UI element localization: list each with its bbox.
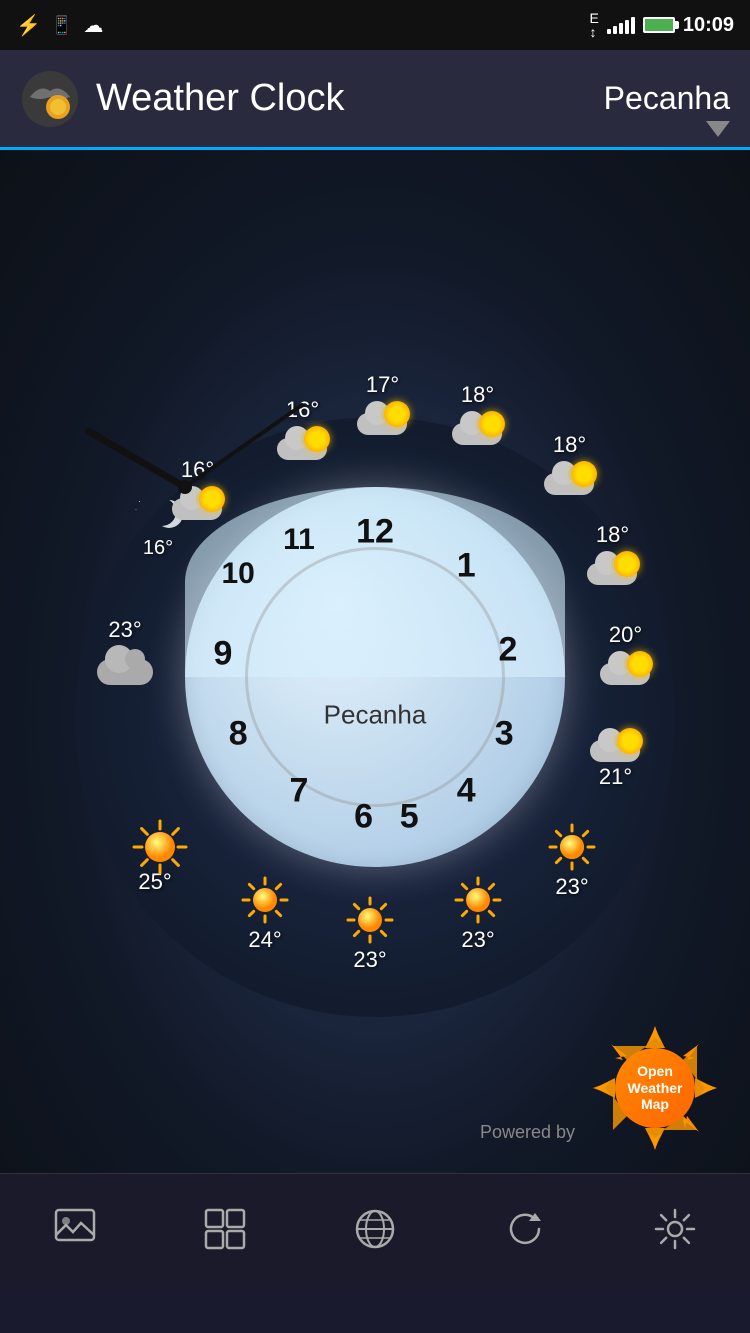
clock-hands [0, 297, 375, 677]
cloud-sun-icon-4 [450, 410, 505, 445]
status-left-icons: ⚡ 📱 ☁ [16, 13, 103, 38]
data-indicator: E↕ [590, 11, 599, 39]
status-bar: ⚡ 📱 ☁ E↕ 10:09 [0, 0, 750, 50]
main-content: 16° · · 16° 16° 17° [0, 150, 750, 1283]
weather-item-top-center-right: 18° [450, 382, 505, 445]
grid-icon [203, 1207, 247, 1251]
weather-item-bottom-left: 25° [130, 817, 180, 895]
clock-city-label: Pecanha [324, 699, 427, 730]
app-title: Weather Clock [96, 77, 588, 120]
clock-num-1: 1 [457, 547, 476, 586]
cloud-sun-icon-6 [585, 550, 640, 585]
sim-icon: 📱 [51, 15, 73, 36]
settings-icon [653, 1207, 697, 1251]
weather-item-bottom-center-right: 23° [453, 875, 503, 953]
owm-button[interactable]: Open Weather Map [590, 1023, 720, 1153]
clock-num-5: 5 [400, 798, 419, 837]
powered-by-label: Powered by [480, 1122, 575, 1143]
weather-item-bottom-center-left: 24° [240, 875, 290, 953]
dropdown-arrow-icon[interactable] [706, 121, 730, 137]
weather-item-right-bottom: 21° [588, 727, 643, 790]
clock-num-3: 3 [495, 714, 514, 753]
weather-item-bottom-center: 23° [345, 895, 395, 973]
signal-bar-2 [613, 26, 617, 34]
clock-num-2: 2 [499, 630, 518, 669]
star-shape: Open Weather Map [590, 1023, 720, 1153]
signal-bar-5 [631, 17, 635, 34]
header-location: Pecanha [604, 80, 730, 117]
clock-num-4: 4 [457, 771, 476, 810]
center-dot [178, 480, 192, 494]
clock-num-6: 6 [354, 798, 373, 837]
wallpaper-icon [53, 1207, 97, 1251]
nav-settings-button[interactable] [635, 1189, 715, 1269]
nav-grid-button[interactable] [185, 1189, 265, 1269]
battery-icon [643, 17, 675, 33]
nav-wallpaper-button[interactable] [35, 1189, 115, 1269]
app-logo [20, 69, 80, 129]
weather-item-right-top: 18° [585, 522, 640, 585]
owm-button-label[interactable]: Open Weather Map [615, 1048, 695, 1128]
clock-container: 16° · · 16° 16° 17° [65, 327, 685, 1027]
sun-icon-3 [345, 895, 395, 945]
weather-item-bottom-right: 23° [547, 822, 597, 900]
minute-hand [184, 402, 305, 488]
cloud-sun-icon-8 [588, 727, 643, 762]
nav-globe-button[interactable] [335, 1189, 415, 1269]
status-right-icons: E↕ 10:09 [590, 11, 735, 39]
nav-refresh-button[interactable] [485, 1189, 565, 1269]
weather-item-right: 20° [598, 622, 653, 685]
cloud-sun-icon-5 [542, 460, 597, 495]
signal-bar-1 [607, 29, 611, 34]
signal-bars [607, 16, 635, 34]
refresh-icon [503, 1207, 547, 1251]
cloud-sun-icon-7 [598, 650, 653, 685]
weather-item-top-right: 18° [542, 432, 597, 495]
notification-icon: ☁ [83, 13, 103, 38]
status-time: 10:09 [683, 14, 734, 37]
signal-bar-3 [619, 23, 623, 34]
clock-num-7: 7 [290, 771, 309, 810]
usb-icon: ⚡ [16, 13, 41, 38]
bottom-bar [0, 1173, 750, 1283]
signal-bar-4 [625, 20, 629, 34]
app-bar: Weather Clock Pecanha [0, 50, 750, 150]
sun-icon-4 [240, 875, 290, 925]
globe-icon [353, 1207, 397, 1251]
sun-icon-2 [453, 875, 503, 925]
clock-face: 12 1 2 3 4 5 6 7 8 9 10 11 Pecanha [185, 487, 565, 867]
clock-num-8: 8 [229, 714, 248, 753]
sun-icon-1 [547, 822, 597, 872]
sun-icon-5 [130, 817, 180, 867]
